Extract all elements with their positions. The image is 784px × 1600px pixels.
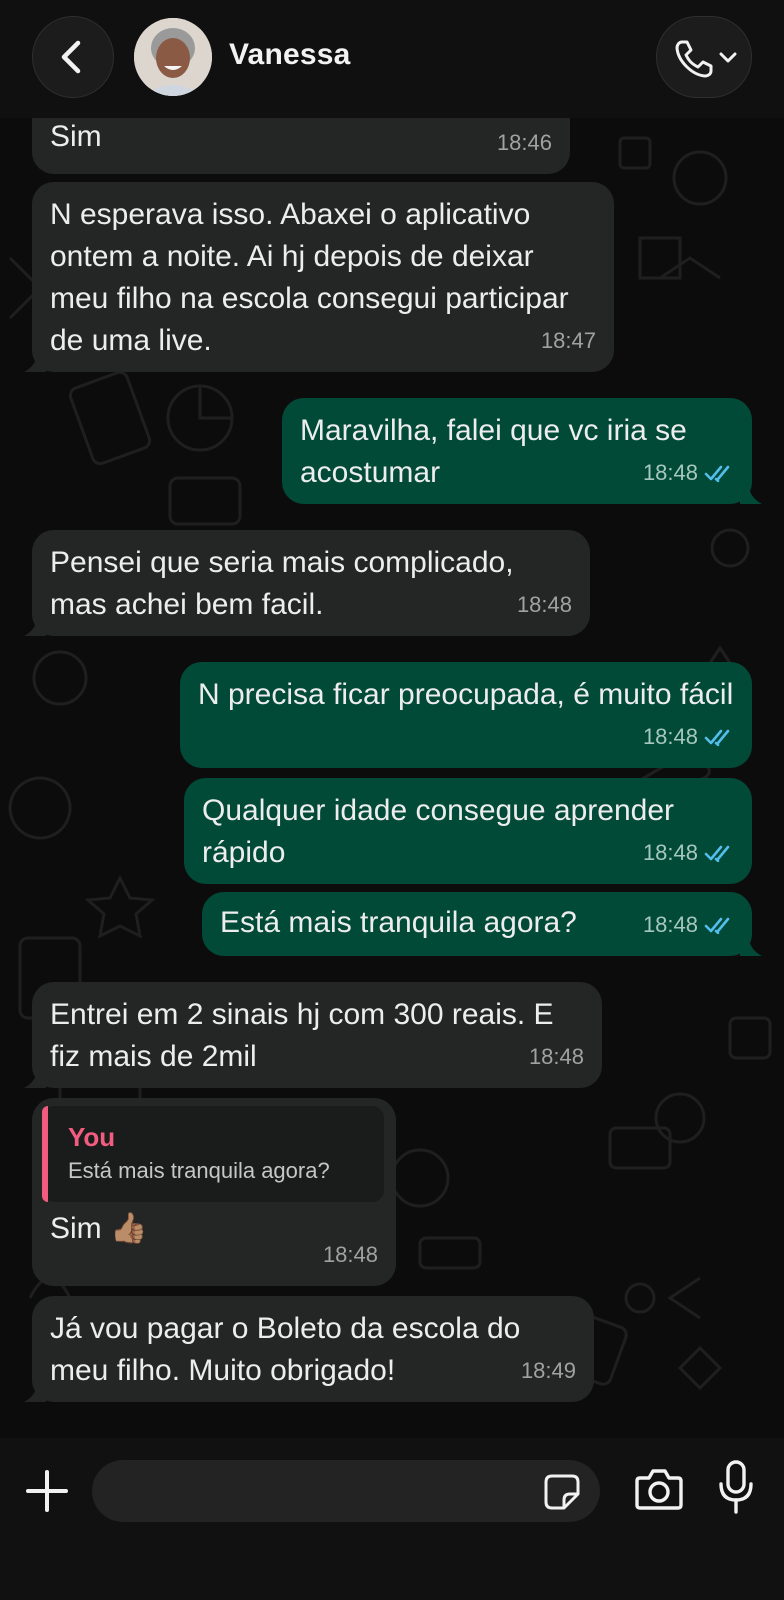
message-text: Já vou pagar o Boleto da escola do meu f… bbox=[50, 1312, 529, 1387]
message-input[interactable] bbox=[116, 1470, 520, 1512]
read-receipt-icon bbox=[704, 917, 730, 934]
microphone-icon[interactable] bbox=[718, 1460, 754, 1516]
message-meta: 18:48 bbox=[643, 904, 734, 946]
message-incoming[interactable]: Já vou pagar o Boleto da escola do meu f… bbox=[24, 1296, 594, 1402]
bubble-tail bbox=[740, 936, 762, 956]
message-text: Sim bbox=[50, 120, 102, 153]
contact-name[interactable]: Vanessa bbox=[229, 38, 351, 72]
message-list[interactable]: Sim 18:46 N esperava isso. Abaxei o apli… bbox=[0, 118, 784, 1438]
message-time: 18:48 bbox=[516, 592, 572, 617]
quote-text: Está mais tranquila agora? bbox=[68, 1158, 330, 1183]
quoted-message[interactable]: You Está mais tranquila agora? bbox=[42, 1106, 384, 1202]
chat-header: Vanessa bbox=[0, 0, 784, 118]
message-meta: 18:48 bbox=[529, 1036, 584, 1078]
chevron-down-icon bbox=[719, 52, 737, 63]
chevron-left-icon bbox=[61, 40, 81, 74]
quote-accent-bar bbox=[42, 1106, 48, 1202]
read-receipt-icon bbox=[704, 465, 730, 482]
message-time: 18:47 bbox=[540, 328, 596, 353]
bubble-tail bbox=[24, 1382, 46, 1402]
message-text: Entrei em 2 sinais hj com 300 reais. E f… bbox=[50, 998, 562, 1073]
sticker-icon[interactable] bbox=[542, 1472, 582, 1512]
bubble-tail bbox=[24, 352, 46, 372]
message-composer bbox=[0, 1438, 784, 1600]
message-time: 18:46 bbox=[496, 130, 552, 155]
message-time: 18:48 bbox=[642, 460, 698, 485]
message-time: 18:48 bbox=[528, 1044, 584, 1069]
message-meta: 18:48 bbox=[643, 716, 734, 758]
message-incoming[interactable]: Entrei em 2 sinais hj com 300 reais. E f… bbox=[24, 982, 602, 1088]
plus-icon[interactable] bbox=[24, 1468, 70, 1514]
message-time: 18:49 bbox=[520, 1358, 576, 1383]
message-outgoing[interactable]: Está mais tranquila agora? 18:48 bbox=[202, 892, 762, 956]
message-outgoing[interactable]: Maravilha, falei que vc iria se acostuma… bbox=[282, 398, 762, 504]
back-button[interactable] bbox=[32, 16, 114, 98]
message-meta: 18:48 bbox=[643, 832, 734, 874]
message-incoming[interactable]: Sim 18:46 bbox=[32, 118, 570, 174]
message-input-container[interactable] bbox=[92, 1460, 600, 1522]
avatar[interactable] bbox=[134, 18, 212, 96]
quote-author: You bbox=[68, 1122, 116, 1152]
message-text: Pensei que seria mais complicado, mas ac… bbox=[50, 546, 522, 621]
message-text: Qualquer idade consegue aprender rápido bbox=[202, 794, 683, 869]
read-receipt-icon bbox=[704, 845, 730, 862]
message-time: 18:48 bbox=[642, 724, 698, 749]
message-outgoing[interactable]: N precisa ficar preocupada, é muito fáci… bbox=[180, 662, 752, 768]
avatar-photo bbox=[134, 18, 212, 96]
message-outgoing[interactable]: Qualquer idade consegue aprender rápido … bbox=[184, 778, 752, 884]
message-time: 18:48 bbox=[322, 1242, 378, 1267]
message-meta: 18:48 bbox=[643, 452, 734, 494]
message-text: Sim 👍🏽 bbox=[50, 1212, 148, 1245]
bubble-tail bbox=[24, 616, 46, 636]
message-meta: 18:48 bbox=[323, 1234, 378, 1276]
message-incoming[interactable]: Pensei que seria mais complicado, mas ac… bbox=[24, 530, 590, 636]
message-incoming-reply[interactable]: You Está mais tranquila agora? Sim 👍🏽 18… bbox=[32, 1098, 396, 1286]
read-receipt-icon bbox=[704, 729, 730, 746]
message-text: N esperava isso. Abaxei o aplicativo ont… bbox=[50, 198, 577, 357]
camera-icon[interactable] bbox=[634, 1466, 684, 1512]
phone-icon bbox=[675, 40, 713, 78]
message-time: 18:48 bbox=[642, 840, 698, 865]
message-meta: 18:49 bbox=[521, 1350, 576, 1392]
message-text: Maravilha, falei que vc iria se acostuma… bbox=[300, 414, 696, 489]
message-meta: 18:48 bbox=[517, 584, 572, 626]
message-meta: 18:46 bbox=[497, 122, 552, 164]
message-incoming[interactable]: N esperava isso. Abaxei o aplicativo ont… bbox=[24, 182, 614, 372]
message-meta: 18:47 bbox=[541, 320, 596, 362]
call-button[interactable] bbox=[656, 16, 752, 98]
bubble-tail bbox=[740, 484, 762, 504]
bubble-tail bbox=[24, 1068, 46, 1088]
message-text: N precisa ficar preocupada, é muito fáci… bbox=[198, 678, 734, 711]
message-text: Está mais tranquila agora? bbox=[220, 906, 577, 939]
message-time: 18:48 bbox=[642, 912, 698, 937]
